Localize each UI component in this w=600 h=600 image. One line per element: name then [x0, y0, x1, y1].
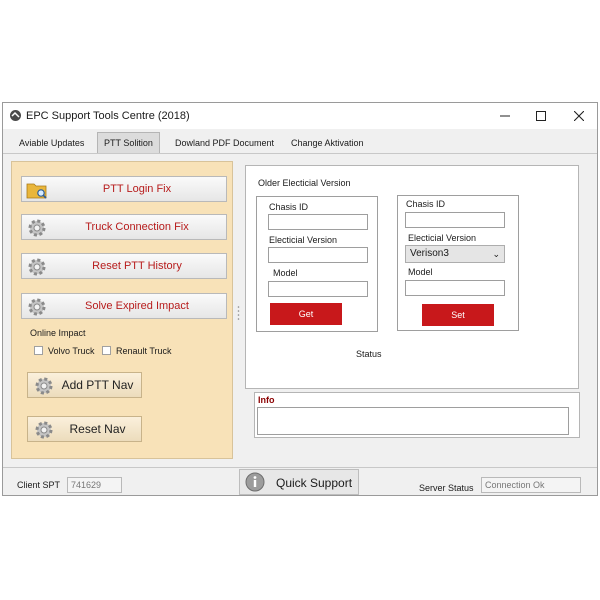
- model-input[interactable]: [405, 280, 505, 296]
- solve-expired-impact-button[interactable]: Solve Expired Impact: [21, 293, 227, 319]
- folder-search-icon: [26, 183, 47, 199]
- window-title: EPC Support Tools Centre (2018): [26, 110, 190, 122]
- chevron-down-icon: ⌄: [492, 249, 500, 259]
- status-label: Status: [356, 349, 382, 359]
- renault-truck-label: Renault Truck: [116, 346, 172, 356]
- electrical-version-label: Electicial Version: [408, 233, 477, 243]
- reset-ptt-history-label: Reset PTT History: [92, 260, 182, 272]
- reset-nav-label: Reset Nav: [69, 422, 126, 436]
- server-status-label: Server Status: [419, 483, 474, 493]
- close-icon: [574, 111, 584, 121]
- tab-download-pdf[interactable]: Dowland PDF Document: [169, 134, 280, 152]
- tab-change-activation[interactable]: Change Aktivation: [285, 134, 370, 152]
- gear-icon: [35, 377, 53, 395]
- add-ptt-nav-label: Add PTT Nav: [61, 378, 134, 392]
- close-button[interactable]: [561, 105, 597, 127]
- volvo-truck-label: Volvo Truck: [48, 346, 95, 356]
- info-label: Info: [258, 395, 275, 405]
- tab-strip: Aviable Updates PTT Solition Dowland PDF…: [3, 131, 597, 154]
- electrical-version-select[interactable]: Verison3 ⌄: [405, 245, 505, 263]
- quick-support-button[interactable]: Quick Support: [239, 469, 359, 495]
- maximize-button[interactable]: [523, 105, 559, 127]
- get-form: Chasis ID Electicial Version Model Get: [256, 196, 378, 332]
- app-window: EPC Support Tools Centre (2018) Aviable …: [2, 102, 598, 496]
- set-button[interactable]: Set: [422, 304, 494, 326]
- chasis-id-label: Chasis ID: [269, 202, 309, 212]
- electrical-version-label: Electicial Version: [269, 235, 338, 245]
- reset-ptt-history-button[interactable]: Reset PTT History: [21, 253, 227, 279]
- renault-truck-checkbox[interactable]: [102, 346, 111, 355]
- minimize-button[interactable]: [487, 105, 523, 127]
- info-panel: Info: [254, 392, 580, 438]
- minimize-icon: [500, 115, 510, 117]
- title-bar: EPC Support Tools Centre (2018): [3, 103, 597, 129]
- server-status-value: Connection Ok: [481, 477, 581, 493]
- maximize-icon: [536, 111, 546, 121]
- chasis-id-label: Chasis ID: [406, 199, 446, 209]
- splitter-handle[interactable]: [237, 303, 240, 323]
- info-icon: [245, 472, 265, 492]
- reset-nav-button[interactable]: Reset Nav: [27, 416, 142, 442]
- gear-icon: [28, 258, 46, 276]
- get-button[interactable]: Get: [270, 303, 342, 325]
- client-spt-value: 741629: [67, 477, 122, 493]
- electrical-version-panel: Older Electicial Version Chasis ID Elect…: [245, 165, 579, 389]
- truck-connection-fix-label: Truck Connection Fix: [85, 221, 189, 233]
- ptt-login-fix-label: PTT Login Fix: [102, 183, 172, 195]
- truck-connection-fix-button[interactable]: Truck Connection Fix: [21, 214, 227, 240]
- ptt-login-fix-button[interactable]: PTT Login Fix: [21, 176, 227, 202]
- info-textbox[interactable]: [257, 407, 569, 435]
- electrical-version-input[interactable]: [268, 247, 368, 263]
- chasis-id-input[interactable]: [268, 214, 368, 230]
- add-ptt-nav-button[interactable]: Add PTT Nav: [27, 372, 142, 398]
- tools-panel: PTT Login Fix Truck Connection Fix Reset…: [11, 161, 233, 459]
- model-label: Model: [408, 267, 433, 277]
- solve-expired-impact-label: Solve Expired Impact: [85, 300, 189, 312]
- app-logo-icon: [10, 110, 21, 121]
- gear-icon: [28, 298, 46, 316]
- volvo-truck-checkbox[interactable]: [34, 346, 43, 355]
- gear-icon: [28, 219, 46, 237]
- older-version-title: Older Electicial Version: [258, 178, 351, 188]
- tab-available-updates[interactable]: Aviable Updates: [13, 134, 90, 152]
- gear-icon: [35, 421, 53, 439]
- client-spt-label: Client SPT: [17, 480, 61, 490]
- set-form: Chasis ID Electicial Version Verison3 ⌄ …: [397, 195, 519, 331]
- model-input[interactable]: [268, 281, 368, 297]
- selected-version: Verison3: [410, 248, 449, 259]
- quick-support-label: Quick Support: [276, 476, 353, 490]
- model-label: Model: [273, 268, 298, 278]
- chasis-id-input[interactable]: [405, 212, 505, 228]
- tab-ptt-solution[interactable]: PTT Solition: [97, 132, 160, 153]
- online-impact-label: Online Impact: [30, 328, 86, 338]
